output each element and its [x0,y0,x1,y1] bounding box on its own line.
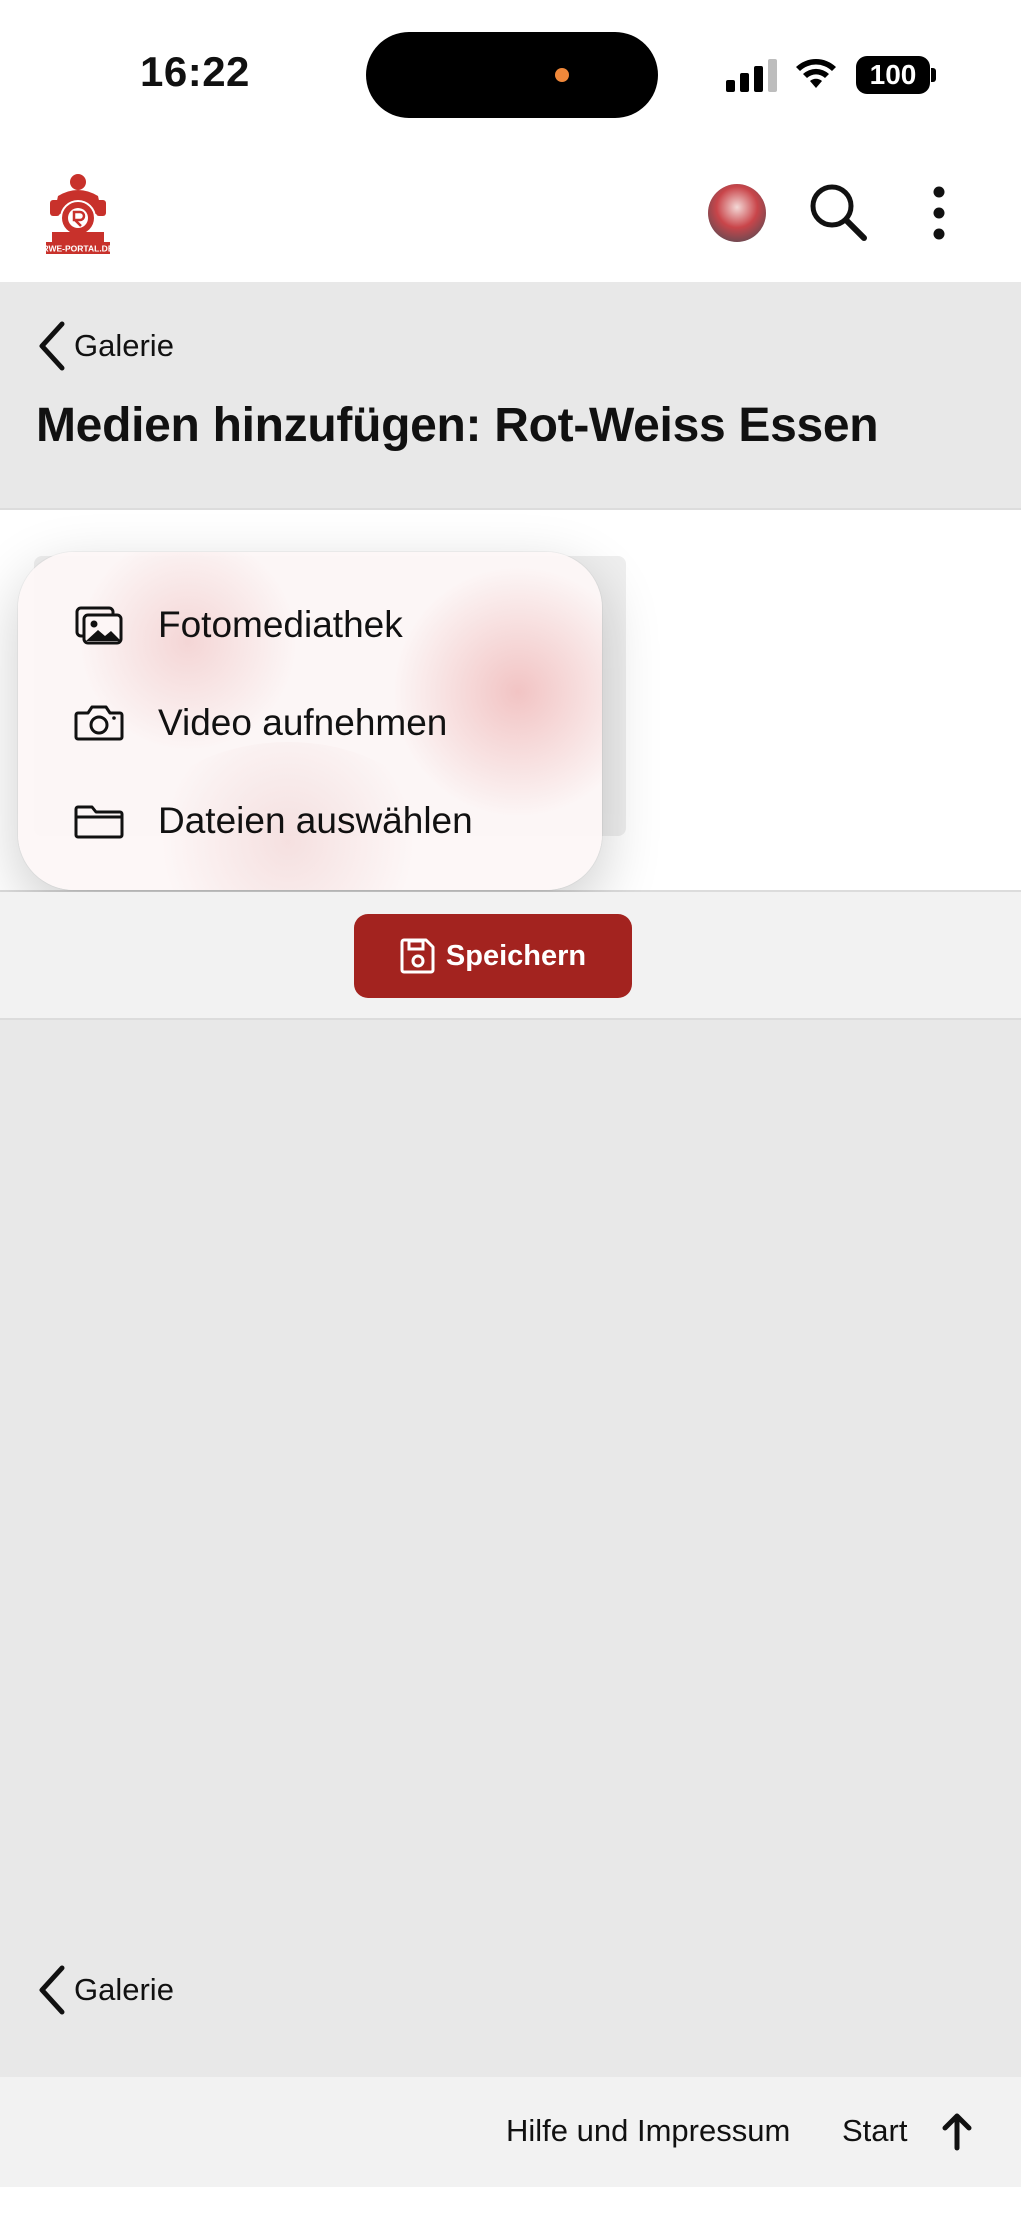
chevron-left-icon [39,1965,65,2015]
cellular-signal-icon [726,58,778,92]
more-vertical-icon[interactable] [926,186,952,240]
breadcrumb-label: Galerie [74,1972,174,2007]
status-bar: 16:22 100 [0,0,1024,140]
battery-cap [931,68,936,82]
camera-icon [74,705,124,741]
home-indicator-area [0,2187,1024,2225]
menu-item-label: Video aufnehmen [158,702,448,743]
footer: Hilfe und Impressum Start [0,2077,1021,2187]
menu-item-photo-library[interactable]: Fotomediathek [18,576,602,674]
save-button-label: Speichern [445,939,587,972]
save-button[interactable]: Speichern [354,914,632,998]
menu-item-label: Fotomediathek [158,604,403,645]
battery-icon: 100 [856,56,930,94]
footer-link-start[interactable]: Start [842,2113,907,2149]
folder-icon [74,805,124,839]
save-icon [400,938,435,974]
dynamic-island [366,32,658,118]
app-header: RWE-PORTAL.DE [0,140,1021,282]
privacy-indicator-dot [555,68,569,82]
user-avatar[interactable] [708,184,766,242]
photo-library-icon [75,606,123,645]
menu-item-record-video[interactable]: Video aufnehmen [18,674,602,772]
wifi-icon [796,59,836,88]
breadcrumb-back-galerie[interactable]: Galerie [36,318,174,374]
rwe-portal-logo[interactable]: RWE-PORTAL.DE [42,170,114,256]
arrow-up-icon[interactable] [940,2111,974,2151]
menu-item-choose-files[interactable]: Dateien auswählen [18,772,602,870]
breadcrumb-label: Galerie [74,328,174,363]
search-icon[interactable] [806,180,868,242]
page-title: Medien hinzufügen: Rot-Weiss Essen [36,399,879,452]
logo-text: RWE-PORTAL.DE [43,244,114,254]
media-source-menu: Fotomediathek Video aufnehmen Dateien au… [18,552,602,890]
footer-link-help-imprint[interactable]: Hilfe und Impressum [506,2113,790,2149]
chevron-left-icon [39,321,65,371]
menu-item-label: Dateien auswählen [158,800,473,841]
form-action-bar: Speichern [0,892,1021,1020]
bottom-breadcrumb-back-galerie[interactable]: Galerie [36,1962,174,2018]
status-time: 16:22 [140,48,250,95]
